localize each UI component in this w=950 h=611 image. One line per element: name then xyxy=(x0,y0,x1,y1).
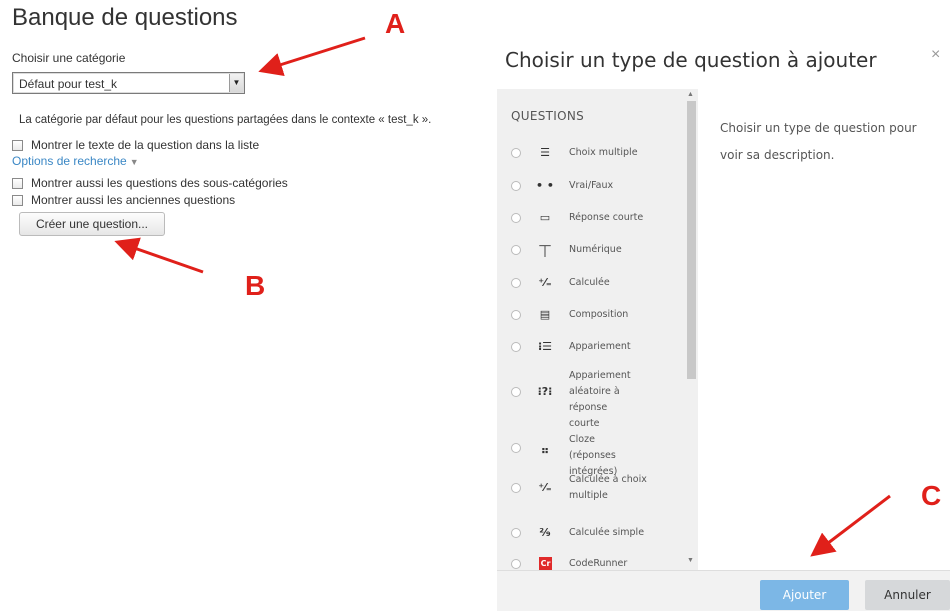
question-type-item[interactable]: • • Vrai/Faux xyxy=(497,178,683,194)
question-type-label: Réponse courte xyxy=(569,212,644,223)
dots-icon: • • xyxy=(536,179,554,192)
close-icon[interactable]: × xyxy=(931,46,940,64)
question-type-label: Calculée xyxy=(569,277,610,288)
question-type-radio[interactable] xyxy=(511,559,521,569)
calculated-icon: ⁺⁄₌ xyxy=(538,276,552,289)
question-type-radio[interactable] xyxy=(511,245,521,255)
calculated-simple-icon: ²⁄₉ xyxy=(539,526,551,539)
cloze-icon: ⣤ xyxy=(540,441,550,454)
question-type-item[interactable]: ▤ Composition xyxy=(497,307,683,323)
question-type-label: Calculée simple xyxy=(569,527,645,538)
question-type-item[interactable]: ⏉ Numérique xyxy=(497,242,683,258)
scroll-up-icon[interactable]: ▲ xyxy=(687,91,694,98)
question-type-label: Appariement aléatoire à réponse courte xyxy=(569,370,631,429)
scrollbar-thumb[interactable] xyxy=(687,101,696,379)
numeric-icon: ⏉ xyxy=(539,245,551,258)
question-type-label: Numérique xyxy=(569,244,622,255)
question-type-item[interactable]: ⣤ Cloze (réponses intégrées) xyxy=(497,432,683,477)
question-type-radio[interactable] xyxy=(511,278,521,288)
question-type-radio[interactable] xyxy=(511,528,521,538)
add-button[interactable]: Ajouter xyxy=(760,580,849,610)
question-list-scrollbar[interactable]: ▲ ▼ xyxy=(684,89,698,570)
question-type-radio[interactable] xyxy=(511,387,521,397)
question-type-item[interactable]: ⁺⁄₌ Calculée à choix multiple xyxy=(497,472,683,504)
question-type-label: Choix multiple xyxy=(569,147,638,158)
question-type-label: CodeRunner xyxy=(569,558,628,569)
arrow-c xyxy=(810,494,891,557)
question-type-item[interactable]: ▭ Réponse courte xyxy=(497,210,683,226)
document-icon: ▤ xyxy=(539,308,551,321)
annotation-arrows xyxy=(114,36,891,557)
question-type-radio[interactable] xyxy=(511,342,521,352)
question-type-item[interactable]: ⁺⁄₌ Calculée xyxy=(497,275,683,291)
question-type-list: QUESTIONS ☰ Choix multiple • • Vrai/Faux ▭ Ré… xyxy=(497,89,697,570)
question-type-radio[interactable] xyxy=(511,310,521,320)
question-type-label: Composition xyxy=(569,309,629,320)
coderunner-icon: Cr xyxy=(539,557,552,570)
random-matching-icon: ⁝?⁝ xyxy=(537,385,553,398)
question-type-radio[interactable] xyxy=(511,181,521,191)
matching-icon: ⁝☰ xyxy=(537,340,553,353)
question-type-radio[interactable] xyxy=(511,213,521,223)
scroll-down-icon[interactable]: ▼ xyxy=(687,557,694,564)
calculated-multichoice-icon: ⁺⁄₌ xyxy=(538,481,552,494)
question-type-radio[interactable] xyxy=(511,148,521,158)
modal-title: Choisir un type de question à ajouter xyxy=(505,48,877,72)
question-type-radio[interactable] xyxy=(511,483,521,493)
question-type-label: Vrai/Faux xyxy=(569,180,614,191)
question-type-item[interactable]: ⁝☰ Appariement xyxy=(497,339,683,355)
question-type-description: Choisir un type de question pour voir sa… xyxy=(720,121,917,162)
list-icon: ☰ xyxy=(540,146,550,159)
question-type-item[interactable]: ☰ Choix multiple xyxy=(497,145,683,161)
question-type-item[interactable]: ⁝?⁝ Appariement aléatoire à réponse court… xyxy=(497,368,683,429)
cancel-button[interactable]: Annuler xyxy=(865,580,950,610)
arrow-b xyxy=(114,237,204,274)
question-type-item[interactable]: Cr CodeRunner xyxy=(497,556,683,570)
questions-header: QUESTIONS xyxy=(511,109,585,123)
question-type-label: Appariement xyxy=(569,341,631,352)
question-type-label: Calculée à choix multiple xyxy=(569,474,647,501)
arrow-a xyxy=(258,36,366,77)
question-type-radio[interactable] xyxy=(511,443,521,453)
input-box-icon: ▭ xyxy=(539,211,551,224)
question-type-item[interactable]: ²⁄₉ Calculée simple xyxy=(497,525,683,541)
